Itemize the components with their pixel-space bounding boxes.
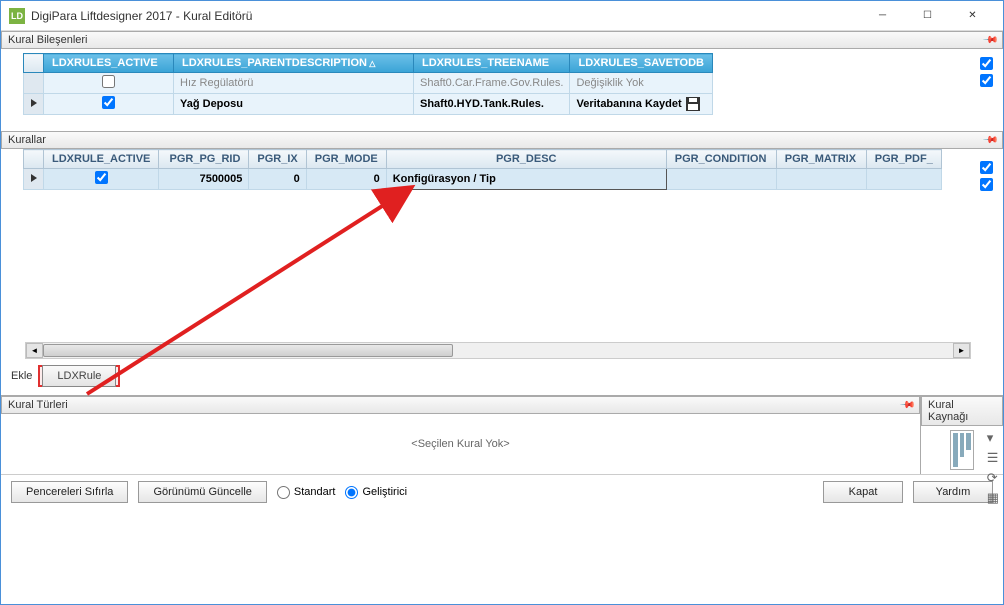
col-pgr-pdf[interactable]: PGR_PDF_ [866,150,941,169]
mode-developer-radio[interactable]: Geliştirici [345,486,407,499]
cell-pgr-mode: 0 [306,169,386,190]
row-selector[interactable] [24,94,44,115]
scroll-track[interactable] [43,343,953,358]
no-rule-selected-text: <Seçilen Kural Yok> [411,438,509,450]
table-row[interactable]: 7500005 0 0 Konfigürasyon / Tip [24,169,942,190]
tool-icon[interactable]: ▦ [987,490,999,506]
list-icon[interactable]: ☰ [987,450,999,466]
maximize-button[interactable]: ☐ [905,1,950,31]
table-row[interactable]: Yağ Deposu Shaft0.HYD.Tank.Rules. Verita… [24,94,713,115]
horizontal-scrollbar[interactable]: ◄ ► [25,342,971,359]
pin-icon[interactable]: 📌 [898,397,915,414]
cell-pgr-pdf [866,169,941,190]
refresh-icon[interactable]: ⟳ [987,470,999,486]
col-savetodb[interactable]: LDXRULES_SAVETODB [570,54,713,73]
ldxrule-button-highlight: LDXRule [38,365,120,387]
minimize-button[interactable]: ─ [860,1,905,31]
panel-source: Kural Kaynağı ▾ ☰ ⟳ ▦ [921,396,1003,474]
rule-active-checkbox[interactable] [95,171,108,184]
radio-developer[interactable] [345,486,358,499]
cell-savetodb: Değişiklik Yok [570,73,713,94]
cell-parent-desc: Yağ Deposu [174,94,414,115]
panel-toggle-checkbox[interactable] [980,178,993,191]
panel-toggle-checkbox[interactable] [980,57,993,70]
source-thumb[interactable] [950,430,974,470]
row-indicator-icon [31,99,37,107]
refresh-view-button[interactable]: Görünümü Güncelle [138,481,266,503]
cell-pgr-ix: 0 [249,169,306,190]
rowhead-blank [24,150,44,169]
help-button[interactable]: Yardım [913,481,993,503]
mode-standard-radio[interactable]: Standart [277,486,336,499]
add-label: Ekle [11,370,32,382]
reset-windows-button[interactable]: Pencereleri Sıfırla [11,481,128,503]
col-pgr-matrix[interactable]: PGR_MATRIX [776,150,866,169]
active-checkbox[interactable] [102,75,115,88]
col-parent-desc[interactable]: LDXRULES_PARENTDESCRIPTION [174,54,414,73]
cell-pgr-condition [666,169,776,190]
panel-source-body: ▾ ☰ ⟳ ▦ [921,426,1003,474]
cell-treename: Shaft0.HYD.Tank.Rules. [414,94,570,115]
pin-icon[interactable]: 📌 [981,132,998,149]
app-icon: LD [9,8,25,24]
col-treename[interactable]: LDXRULES_TREENAME [414,54,570,73]
panel-rules-header: Kurallar 📌 [1,131,1003,149]
panel-types-title: Kural Türleri [8,399,68,411]
ldxrule-button[interactable]: LDXRule [42,365,116,387]
col-pgr-ix[interactable]: PGR_IX [249,150,306,169]
col-pgr-mode[interactable]: PGR_MODE [306,150,386,169]
panel-source-title: Kural Kaynağı [928,399,996,423]
components-grid[interactable]: LDXRULES_ACTIVE LDXRULES_PARENTDESCRIPTI… [23,53,713,115]
panel-types: Kural Türleri 📌 <Seçilen Kural Yok> [1,396,921,474]
cell-pgr-desc[interactable]: Konfigürasyon / Tip [386,169,666,190]
panel-toggle-checkbox[interactable] [980,74,993,87]
cell-pgr-matrix [776,169,866,190]
cell-treename: Shaft0.Car.Frame.Gov.Rules. [414,73,570,94]
side-check-group [980,161,993,191]
bottom-panels: Kural Türleri 📌 <Seçilen Kural Yok> Kura… [1,395,1003,474]
col-rule-active[interactable]: LDXRULE_ACTIVE [44,150,159,169]
row-indicator-icon [31,174,37,182]
scroll-left-arrow[interactable]: ◄ [26,343,43,358]
row-selector[interactable] [24,169,44,190]
panel-components-header: Kural Bileşenleri 📌 [1,31,1003,49]
col-pgr-condition[interactable]: PGR_CONDITION [666,150,776,169]
cell-pg-rid: 7500005 [159,169,249,190]
close-dialog-button[interactable]: Kapat [823,481,903,503]
add-row: Ekle LDXRule [3,359,1001,395]
scroll-right-arrow[interactable]: ► [953,343,970,358]
panel-source-header: Kural Kaynağı [921,396,1003,426]
scroll-thumb[interactable] [43,344,453,357]
panel-rules-body: LDXRULE_ACTIVE PGR_PG_RID PGR_IX PGR_MOD… [1,149,1003,395]
titlebar: LD DigiPara Liftdesigner 2017 - Kural Ed… [1,1,1003,31]
col-pg-rid[interactable]: PGR_PG_RID [159,150,249,169]
save-icon[interactable] [686,97,700,111]
rowhead-blank [24,54,44,73]
rules-grid[interactable]: LDXRULE_ACTIVE PGR_PG_RID PGR_IX PGR_MOD… [23,149,942,190]
cell-parent-desc: Hız Regülatörü [174,73,414,94]
radio-standard[interactable] [277,486,290,499]
panel-components-body: LDXRULES_ACTIVE LDXRULES_PARENTDESCRIPTI… [1,49,1003,117]
close-button[interactable]: ✕ [950,1,995,31]
footer: Pencereleri Sıfırla Görünümü Güncelle St… [1,474,1003,509]
filter-icon[interactable]: ▾ [987,430,999,446]
source-toolbar: ▾ ☰ ⟳ ▦ [987,430,999,506]
table-row[interactable]: Hız Regülatörü Shaft0.Car.Frame.Gov.Rule… [24,73,713,94]
panel-types-header: Kural Türleri 📌 [1,396,920,414]
col-pgr-desc[interactable]: PGR_DESC [386,150,666,169]
side-check-group [980,57,993,87]
col-active[interactable]: LDXRULES_ACTIVE [44,54,174,73]
cell-savetodb: Veritabanına Kaydet [570,94,713,115]
radio-developer-label: Geliştirici [362,486,407,498]
panel-components-title: Kural Bileşenleri [8,34,87,46]
active-checkbox[interactable] [102,96,115,109]
radio-standard-label: Standart [294,486,336,498]
window-title: DigiPara Liftdesigner 2017 - Kural Editö… [31,9,860,23]
panel-rules-title: Kurallar [8,134,46,146]
panel-types-body: <Seçilen Kural Yok> [1,414,920,474]
pin-icon[interactable]: 📌 [981,32,998,49]
panel-toggle-checkbox[interactable] [980,161,993,174]
row-selector[interactable] [24,73,44,94]
